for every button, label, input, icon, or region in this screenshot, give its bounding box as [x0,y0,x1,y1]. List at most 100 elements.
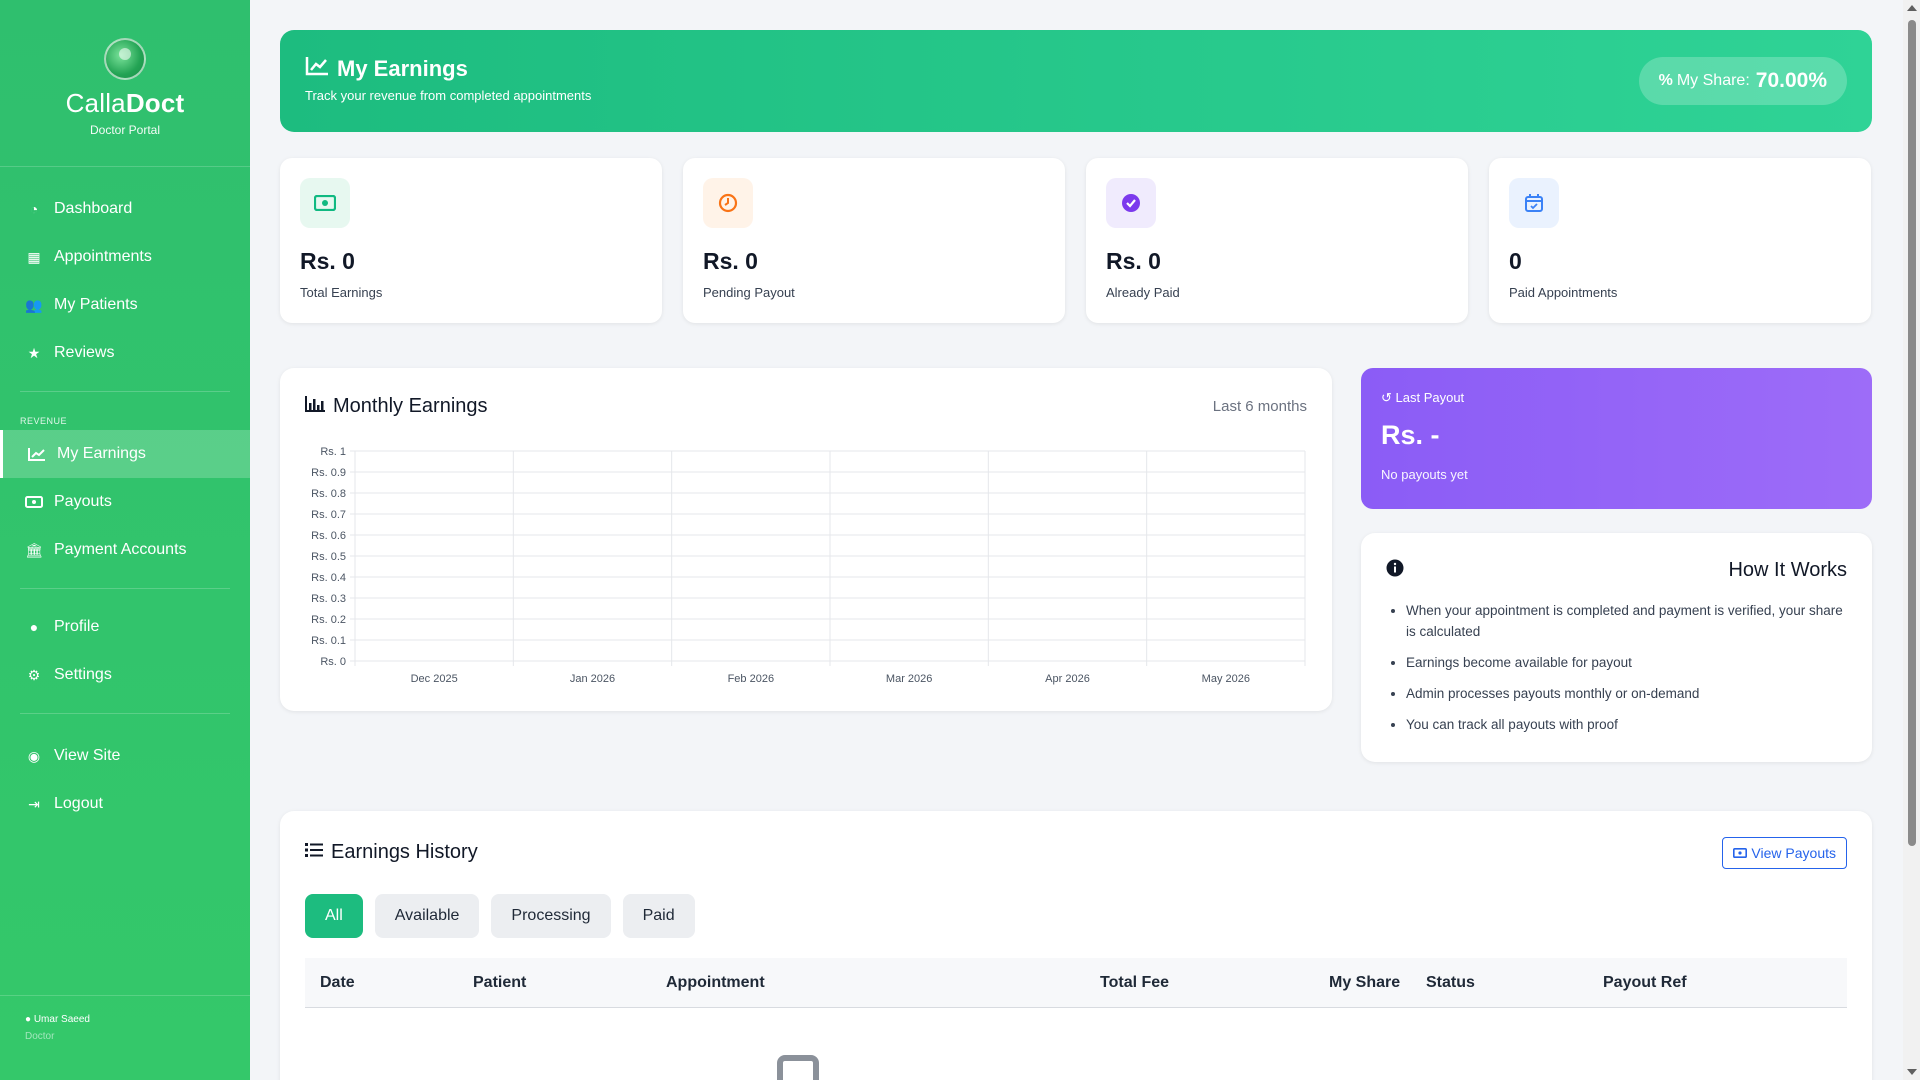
list-item: Admin processes payouts monthly or on-de… [1406,683,1847,704]
clock-icon [703,178,753,228]
stat-value: Rs. 0 [300,248,355,274]
scroll-up-arrow-icon[interactable] [1907,5,1917,11]
sidebar-item-profile[interactable]: ● Profile [0,603,250,651]
sidebar-item-payment-accounts[interactable]: 🏛 Payment Accounts [0,526,250,574]
check-circle-icon [1106,178,1156,228]
x-tick-label: Dec 2025 [411,673,458,685]
chart-title: Monthly Earnings [305,395,1307,418]
chart-line-icon [305,56,329,82]
view-payouts-button[interactable]: View Payouts [1722,837,1847,869]
earnings-chart: Rs. 0 Rs. 0.1 Rs. 0.2 Rs. 0.3 Rs. 0.4 Rs. 0.5… [311,446,1306,685]
scroll-down-arrow-icon[interactable] [1907,1069,1917,1075]
bar-chart-icon [305,396,325,417]
page-scrollbar[interactable] [1903,0,1920,1080]
brand-name: CallaDoct [65,88,185,118]
scrollbar-thumb[interactable] [1908,20,1916,846]
y-tick-label: Rs. 0.6 [311,530,346,542]
y-tick-label: Rs. 0.1 [311,635,346,647]
sidebar-item-appointments[interactable]: ▦ Appointments [0,233,250,281]
sidebar: CallaDoct Doctor Portal ◔ Dashboard ▦ Ap… [0,0,250,1080]
sidebar-divider [20,713,230,714]
calendar-icon: ▦ [27,248,41,265]
monthly-earnings-card: Monthly Earnings Last 6 months Rs. 0 Rs. … [280,368,1332,711]
column-header-patient[interactable]: Patient [473,974,526,992]
last-payout-value: Rs. - [1381,420,1440,450]
last-payout-note: No payouts yet [1381,467,1468,482]
info-icon [1386,559,1404,582]
column-header-my-share[interactable]: My Share [1329,974,1400,992]
main-nav: ◔ Dashboard ▦ Appointments 👥 My Patients… [0,185,250,377]
stat-label: Total Earnings [300,285,383,300]
globe-icon: ◉ [27,747,41,764]
column-header-appointment[interactable]: Appointment [666,974,765,992]
stat-value: Rs. 0 [703,248,758,274]
stat-card-total-earnings: Rs. 0 Total Earnings [280,158,662,323]
y-tick-label: Rs. 0.7 [311,509,346,521]
tab-available[interactable]: Available [374,894,480,938]
y-tick-label: Rs. 0 [320,656,346,668]
money-icon [1733,845,1748,861]
revenue-nav: My Earnings Payouts 🏛 Payment Accounts [0,430,250,574]
table-header: Date Patient Appointment Total Fee My Sh… [305,958,1847,1008]
sidebar-divider [20,588,230,589]
history-title: Earnings History [305,841,1847,864]
calendar-check-icon [1509,178,1559,228]
stat-value: Rs. 0 [1106,248,1161,274]
last-payout-label: ↺ Last Payout [1381,390,1465,405]
sidebar-item-my-patients[interactable]: 👥 My Patients [0,281,250,329]
sidebar-section-revenue: REVENUE [20,416,68,426]
brand-logo-icon [104,38,146,80]
account-nav: ● Profile ⚙ Settings [0,603,250,699]
tab-paid[interactable]: Paid [622,894,695,938]
tab-processing[interactable]: Processing [491,894,611,938]
x-tick-label: May 2026 [1202,673,1250,685]
star-icon: ★ [27,344,41,361]
y-tick-label: Rs. 0.8 [311,488,346,500]
stat-card-already-paid: Rs. 0 Already Paid [1086,158,1468,323]
sidebar-item-dashboard[interactable]: ◔ Dashboard [0,185,250,233]
earnings-history-card: Earnings History View Payouts All Availa… [280,811,1872,1080]
how-it-works-card: How It Works When your appointment is co… [1361,533,1872,762]
sidebar-item-view-site[interactable]: ◉ View Site [0,732,250,780]
user-name: ● Umar Saeed [25,1014,90,1025]
user-role: Doctor [25,1031,55,1042]
y-tick-label: Rs. 0.4 [311,572,346,584]
users-icon: 👥 [25,296,43,313]
money-icon [24,496,44,508]
list-item: Earnings become available for payout [1406,652,1847,673]
sidebar-item-reviews[interactable]: ★ Reviews [0,329,250,377]
stat-card-pending-payout: Rs. 0 Pending Payout [683,158,1065,323]
user-info: ● Umar Saeed Doctor [0,995,250,1080]
list-icon [305,842,323,863]
x-tick-label: Mar 2026 [886,673,932,685]
logout-icon: ⇥ [28,795,40,812]
column-header-payout-ref[interactable]: Payout Ref [1603,974,1687,992]
dashboard-icon: ◔ [29,201,39,217]
column-header-date[interactable]: Date [320,974,355,992]
sidebar-item-logout[interactable]: ⇥ Logout [0,780,250,828]
y-tick-label: Rs. 0.5 [311,551,346,563]
x-tick-label: Jan 2026 [570,673,615,685]
y-tick-label: Rs. 1 [320,446,346,458]
last-payout-card: ↺ Last Payout Rs. - No payouts yet [1361,368,1872,509]
y-tick-label: Rs. 0.2 [311,614,346,626]
site-nav: ◉ View Site ⇥ Logout [0,732,250,828]
column-header-status[interactable]: Status [1426,974,1475,992]
history-filter-tabs: All Available Processing Paid [305,894,1847,938]
sidebar-item-settings[interactable]: ⚙ Settings [0,651,250,699]
how-it-works-title: How It Works [1728,559,1847,581]
tab-all[interactable]: All [305,894,363,938]
percent-icon: % [1658,72,1673,89]
x-tick-label: Feb 2026 [728,673,774,685]
history-icon: ↺ [1381,390,1396,405]
list-item: When your appointment is completed and p… [1406,600,1847,642]
user-icon: ● [25,1014,34,1025]
stat-label: Already Paid [1106,285,1180,300]
page-subtitle: Track your revenue from completed appoin… [305,88,592,103]
x-tick-label: Apr 2026 [1045,673,1090,685]
column-header-total-fee[interactable]: Total Fee [1100,974,1169,992]
sidebar-item-payouts[interactable]: Payouts [0,478,250,526]
sidebar-item-my-earnings[interactable]: My Earnings [0,430,250,478]
how-it-works-list: When your appointment is completed and p… [1386,600,1847,735]
share-badge: % My Share: 70.00% [1638,57,1847,105]
